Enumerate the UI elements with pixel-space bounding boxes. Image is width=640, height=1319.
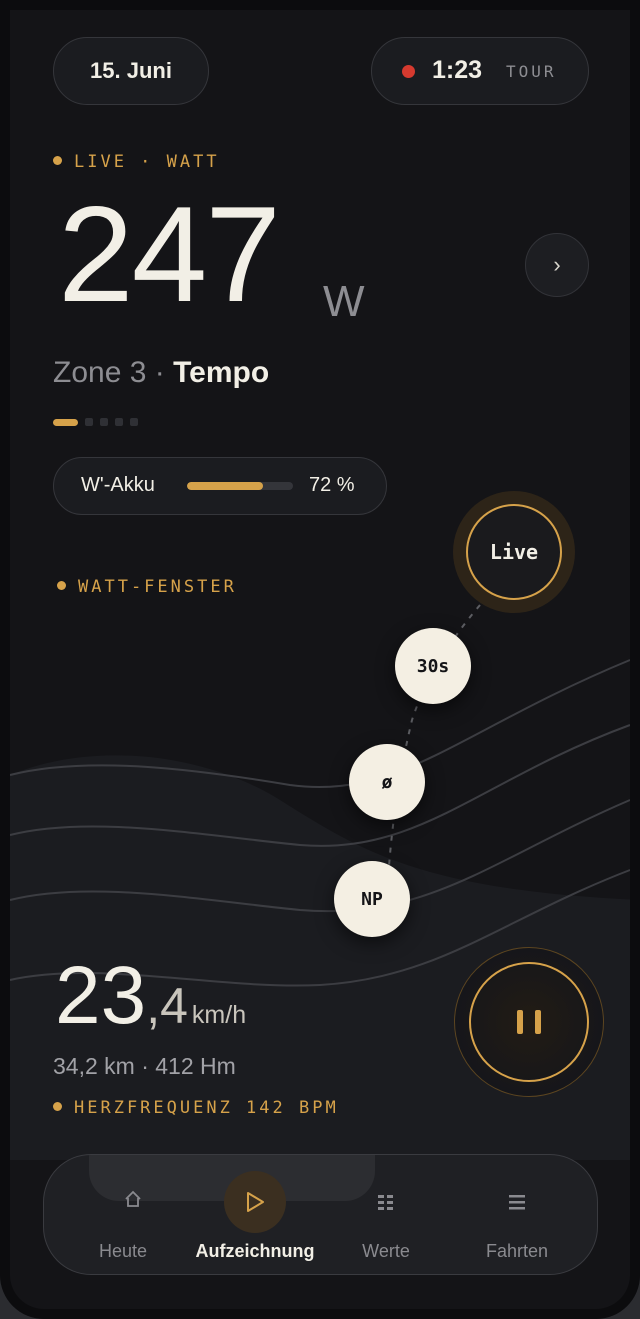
pause-button[interactable]: [469, 962, 589, 1082]
window-option-30s[interactable]: 30s: [395, 628, 471, 704]
zone-dot: [115, 418, 123, 426]
power-unit: W: [323, 277, 365, 326]
tour-timer-pill[interactable]: 1:23 TOUR: [371, 37, 589, 105]
kicker-dot-icon: [53, 1102, 62, 1111]
akku-progress-fill: [187, 482, 264, 490]
speed-unit: km/h: [191, 1001, 247, 1029]
list-icon: [509, 1195, 525, 1210]
date-pill[interactable]: 15. Juni: [53, 37, 209, 105]
pause-icon: [517, 1010, 523, 1034]
nav-item-werte[interactable]: Werte: [317, 1155, 455, 1274]
kicker-dot-icon: [57, 581, 66, 590]
recording-dot-icon: [402, 65, 415, 78]
timer-value: 1:23: [432, 56, 483, 84]
date-label: 15. Juni: [90, 58, 172, 83]
window-option-live[interactable]: Live: [466, 504, 562, 600]
zone-dot: [100, 418, 108, 426]
zone-readout: Zone 3 · Tempo: [53, 356, 269, 390]
zone-dot: [85, 418, 93, 426]
play-icon-circle: [224, 1171, 286, 1233]
chevron-right-icon: ›: [553, 252, 561, 277]
kicker-dot-icon: [53, 156, 62, 165]
power-value: 247: [58, 178, 281, 330]
nav-label: Fahrten: [485, 1241, 549, 1261]
nav-label: Aufzeichnung: [195, 1241, 315, 1261]
heart-rate-kicker: HERZFREQUENZ 142 BPM: [53, 1098, 339, 1118]
distance-elevation: 34,2 km · 412 Hm: [53, 1053, 236, 1079]
akku-progress-track: [187, 482, 293, 490]
watt-window-kicker: WATT-FENSTER: [57, 577, 237, 597]
akku-value: 72 %: [309, 474, 355, 496]
zone-dot: [53, 418, 78, 426]
nav-item-aufzeichnung[interactable]: Aufzeichnung: [186, 1155, 324, 1274]
akku-label: W'-Akku: [81, 474, 155, 496]
timer-label: TOUR: [506, 62, 557, 81]
zone-indicator: [53, 418, 138, 426]
speed-integer: 23: [55, 950, 147, 1041]
grid-icon: [378, 1195, 393, 1210]
w-akku-pill: W'-Akku 72 %: [53, 457, 387, 515]
window-option-np[interactable]: NP: [334, 861, 410, 937]
play-icon: [247, 1192, 264, 1212]
zone-dot: [130, 418, 138, 426]
zone-name: Tempo: [173, 356, 270, 389]
speed-readout: 23,4 km/h: [55, 955, 246, 1037]
nav-item-heute[interactable]: Heute: [54, 1155, 192, 1274]
heart-rate-text: HERZFREQUENZ 142 BPM: [74, 1098, 339, 1118]
phone-screen: 15. Juni 1:23 TOUR LIVE · WATT 247 W › Z…: [0, 0, 640, 1319]
home-icon: [125, 1190, 141, 1207]
speed-decimal: ,4: [146, 978, 188, 1034]
nav-item-fahrten[interactable]: Fahrten: [448, 1155, 586, 1274]
pause-icon: [535, 1010, 541, 1034]
window-option-average[interactable]: ø: [349, 744, 425, 820]
bottom-nav: Heute Aufzeichnung Werte Fahrten: [43, 1154, 598, 1275]
live-watt-kicker-text: LIVE · WATT: [74, 152, 220, 172]
zone-label: Zone 3 ·: [53, 356, 165, 389]
nav-label: Werte: [362, 1241, 410, 1261]
details-chevron-button[interactable]: ›: [525, 233, 589, 297]
nav-label: Heute: [98, 1241, 148, 1261]
live-watt-kicker: LIVE · WATT: [53, 152, 220, 172]
watt-window-kicker-text: WATT-FENSTER: [78, 577, 237, 597]
